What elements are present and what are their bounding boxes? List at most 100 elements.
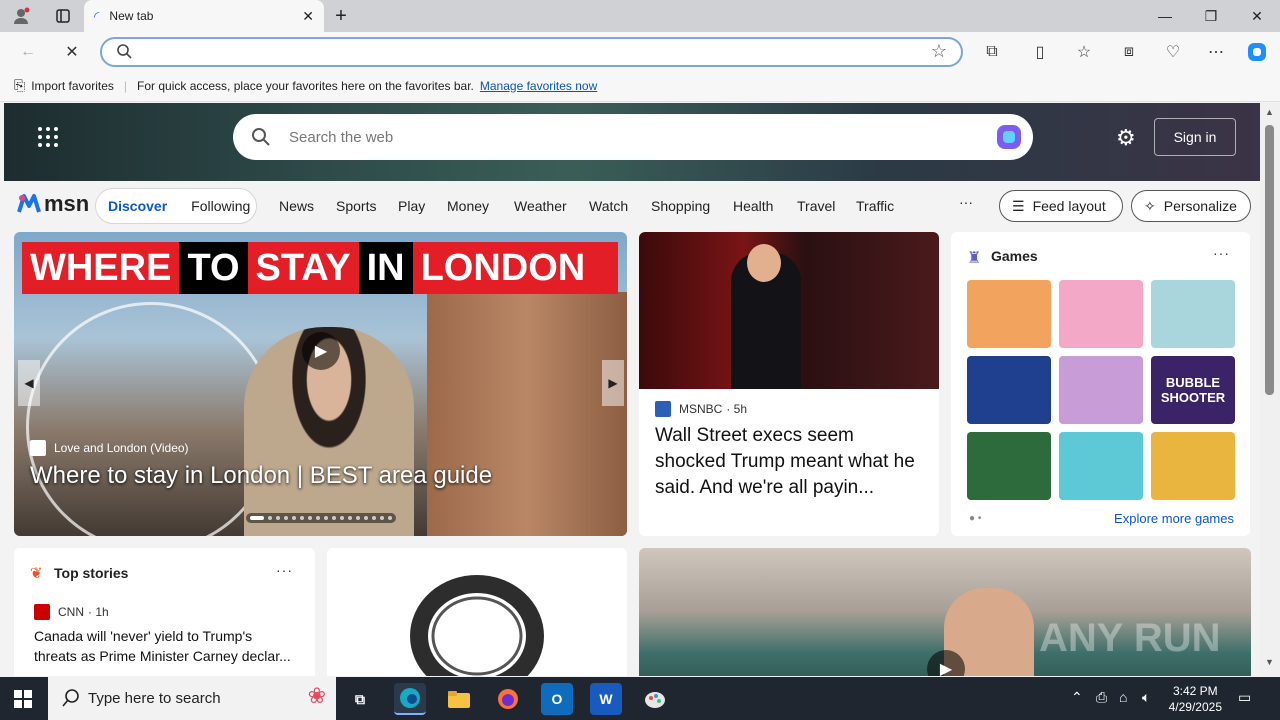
nav-sports[interactable]: Sports — [336, 198, 376, 214]
game-tile[interactable] — [967, 280, 1051, 348]
back-icon[interactable]: ← — [17, 41, 39, 63]
video-banner: WHERE TO STAY IN LONDON — [22, 242, 618, 294]
restore-button[interactable]: ❐ — [1188, 0, 1234, 32]
browser-essentials-icon[interactable]: ♡ — [1162, 41, 1184, 63]
game-tile[interactable] — [967, 356, 1051, 424]
address-bar[interactable]: ☆ — [100, 37, 963, 67]
file-explorer-icon[interactable] — [443, 683, 475, 715]
news-headline[interactable]: Wall Street execs seem shocked Trump mea… — [655, 423, 927, 501]
game-tile[interactable] — [1059, 280, 1143, 348]
carousel-next-icon[interactable]: ▶ — [602, 360, 624, 406]
game-tile[interactable] — [1059, 432, 1143, 500]
nav-play[interactable]: Play — [398, 198, 425, 214]
hero-source: Love and London (Video) — [30, 440, 189, 456]
favorite-star-icon[interactable]: ☆ — [931, 41, 947, 62]
edge-taskbar-icon[interactable] — [394, 683, 426, 715]
nav-money[interactable]: Money — [447, 198, 489, 214]
nav-more-icon[interactable]: ··· — [959, 194, 973, 210]
scroll-up-icon[interactable]: ▲ — [1265, 107, 1274, 117]
story-source: CNN · 1h — [34, 604, 109, 620]
games-page-dots[interactable]: ● • — [969, 513, 981, 524]
top-stories-more-icon[interactable]: ··· — [276, 562, 293, 578]
settings-gear-icon[interactable]: ⚙ — [1116, 125, 1136, 151]
nav-weather[interactable]: Weather — [514, 198, 567, 214]
play-icon[interactable]: ▶ — [302, 332, 340, 370]
settings-more-icon[interactable]: ⋯ — [1205, 41, 1227, 63]
nav-shopping[interactable]: Shopping — [651, 198, 710, 214]
import-favorites-icon[interactable]: ⎘ — [14, 77, 25, 94]
loading-icon: ◜ — [94, 7, 100, 24]
nav-watch[interactable]: Watch — [589, 198, 628, 214]
games-more-icon[interactable]: ··· — [1213, 245, 1230, 261]
close-tab-icon[interactable]: ✕ — [302, 8, 314, 25]
tray-device-icon[interactable]: ⎙ — [1096, 689, 1107, 706]
nav-travel[interactable]: Travel — [797, 198, 835, 214]
minimize-button[interactable]: — — [1142, 0, 1188, 32]
profile-icon[interactable] — [0, 0, 42, 32]
volume-icon[interactable]: 🔈︎ — [1142, 689, 1150, 706]
taskbar-search-input[interactable]: Type here to search ❀ — [48, 677, 336, 720]
sliders-icon: ☰ — [1012, 197, 1025, 214]
feed-toggle: Discover Following — [95, 188, 257, 224]
scroll-thumb[interactable] — [1265, 125, 1274, 395]
network-icon[interactable]: ⌂ — [1119, 689, 1127, 705]
hero-title[interactable]: Where to stay in London | BEST area guid… — [30, 462, 492, 490]
msn-nav-row: msn Discover Following News Sports Play … — [4, 181, 1260, 231]
tab-discover[interactable]: Discover — [108, 198, 167, 214]
tab-actions-icon[interactable] — [40, 0, 86, 32]
page-scrollbar[interactable]: ▲ ▼ — [1260, 103, 1280, 676]
collections-icon[interactable]: ⧈ — [1118, 41, 1140, 63]
firefox-icon[interactable] — [492, 683, 524, 715]
tab-following[interactable]: Following — [191, 198, 250, 214]
msnbc-logo-icon — [655, 401, 671, 417]
favorites-icon[interactable]: ☆ — [1073, 41, 1095, 63]
story-headline[interactable]: Canada will 'never' yield to Trump's thr… — [34, 626, 298, 666]
nav-news[interactable]: News — [279, 198, 314, 214]
taskbar-clock[interactable]: 3:42 PM 4/29/2025 — [1169, 683, 1222, 715]
stop-loading-icon[interactable]: ✕ — [61, 41, 83, 63]
paint-icon[interactable] — [639, 683, 671, 715]
msn-logo[interactable]: msn — [16, 191, 89, 217]
app-launcher-icon[interactable] — [38, 127, 58, 147]
word-icon[interactable]: W — [590, 683, 622, 715]
hero-video-card[interactable]: WHERE TO STAY IN LONDON ▶ ◀ ▶ Love and L… — [14, 232, 627, 536]
manage-favorites-link[interactable]: Manage favorites now — [480, 79, 597, 93]
news-card[interactable]: MSNBC · 5h Wall Street execs seem shocke… — [639, 232, 939, 536]
import-favorites-link[interactable]: Import favorites — [31, 79, 114, 93]
building-image — [427, 292, 627, 536]
task-view-icon[interactable]: ⧉ — [344, 683, 376, 715]
game-tile[interactable] — [967, 432, 1051, 500]
new-tab-button[interactable]: + — [318, 0, 364, 32]
scroll-down-icon[interactable]: ▼ — [1265, 657, 1274, 667]
web-search-input[interactable]: Search the web — [233, 114, 1033, 160]
feed-layout-button[interactable]: ☰ Feed layout — [999, 190, 1123, 222]
notifications-icon[interactable]: ▭ — [1238, 689, 1251, 706]
video-card[interactable]: ▶ ANY RUN — [639, 548, 1251, 676]
outlook-icon[interactable]: O — [541, 683, 573, 715]
windows-start-icon[interactable] — [14, 690, 32, 713]
tab-new-tab[interactable]: ◜ New tab ✕ — [84, 0, 324, 32]
carousel-prev-icon[interactable]: ◀ — [18, 360, 40, 406]
game-tile[interactable] — [1059, 356, 1143, 424]
explore-more-games-link[interactable]: Explore more games — [1114, 511, 1234, 526]
news-age: · 5h — [726, 402, 748, 416]
sign-in-button[interactable]: Sign in — [1154, 118, 1236, 156]
carousel-dots[interactable] — [246, 513, 396, 523]
clock-date: 4/29/2025 — [1168, 700, 1222, 714]
top-stories-icon: ❦ — [30, 565, 43, 582]
product-card[interactable] — [327, 548, 627, 676]
split-screen-icon[interactable]: ▯ — [1029, 41, 1051, 63]
game-tile-bubble-shooter[interactable]: BUBBLE SHOOTER — [1151, 356, 1235, 424]
close-window-button[interactable]: ✕ — [1234, 0, 1280, 32]
nav-health[interactable]: Health — [733, 198, 773, 214]
tray-chevron-icon[interactable]: ⌃ — [1071, 689, 1083, 706]
extensions-icon[interactable]: ⧉ — [981, 41, 1003, 63]
copilot-icon[interactable] — [1246, 41, 1268, 63]
personalize-button[interactable]: ✧ Personalize — [1131, 190, 1251, 222]
search-icon — [62, 689, 80, 711]
nav-traffic[interactable]: Traffic — [856, 198, 894, 214]
game-tile[interactable] — [1151, 432, 1235, 500]
clock-time: 3:42 PM — [1172, 684, 1218, 698]
copilot-search-icon[interactable] — [995, 123, 1023, 155]
game-tile[interactable] — [1151, 280, 1235, 348]
